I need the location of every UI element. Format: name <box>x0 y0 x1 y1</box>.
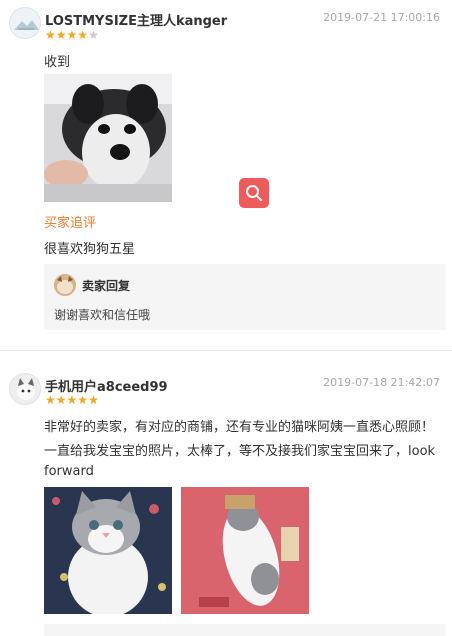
search-icon <box>246 185 262 201</box>
star-icon: ★ <box>88 393 99 407</box>
zoom-button[interactable] <box>239 178 269 208</box>
followup-label: 买家追评 <box>44 216 97 231</box>
rating-stars: ★★★★★ <box>45 29 99 41</box>
star-icon: ★ <box>45 28 56 42</box>
star-icon: ★ <box>77 28 89 42</box>
followup-text: 很喜欢狗狗五星 <box>44 242 136 257</box>
avatar[interactable] <box>9 7 41 39</box>
seller-reply-text: 谢谢喜欢和信任哦 <box>54 308 151 322</box>
star-icon: ★ <box>88 28 99 42</box>
rating-stars: ★★★★★ <box>45 394 99 406</box>
star-icon: ★ <box>77 393 89 407</box>
review-photo[interactable] <box>181 487 309 614</box>
seller-reply: 卖家回复 谢谢喜欢和信任哦 <box>44 264 446 330</box>
review-text-line: forward <box>44 464 94 479</box>
reply-box-partial <box>44 624 446 636</box>
seller-reply-title: 卖家回复 <box>82 279 131 293</box>
review-item: LOSTMYSIZE主理人kanger 2019-07-21 17:00:16 … <box>0 0 452 350</box>
star-icon: ★ <box>66 393 78 407</box>
avatar[interactable] <box>9 373 41 405</box>
review-text-line: 非常好的卖家，有对应的商铺，还有专业的猫咪阿姨一直悉心照顾！ <box>44 420 435 435</box>
review-date: 2019-07-18 21:42:07 <box>323 376 440 389</box>
review-text-line: 一直给我发宝宝的照片，太棒了，等不及接我们家宝宝回来了，look <box>44 444 436 459</box>
seller-avatar <box>54 274 76 296</box>
star-icon: ★ <box>55 28 67 42</box>
review-text: 收到 <box>44 55 71 70</box>
review-item: 手机用户a8ceed99 2019-07-18 21:42:07 ★★★★★ 非… <box>0 366 452 636</box>
review-date: 2019-07-21 17:00:16 <box>323 11 440 24</box>
review-photo[interactable] <box>44 487 172 614</box>
star-icon: ★ <box>55 393 67 407</box>
star-icon: ★ <box>66 28 78 42</box>
username[interactable]: LOSTMYSIZE主理人kanger <box>45 10 227 29</box>
star-icon: ★ <box>45 393 56 407</box>
review-photo[interactable] <box>44 74 172 202</box>
divider <box>0 350 452 351</box>
